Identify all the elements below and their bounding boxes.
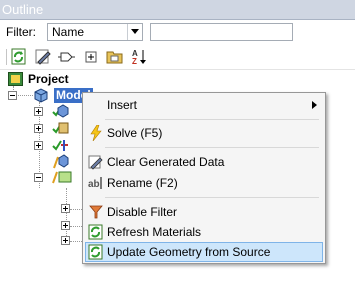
menu-separator [105, 119, 319, 120]
menu-item-refresh-materials[interactable]: Refresh Materials [85, 222, 323, 242]
menu-separator [105, 197, 319, 198]
analysis-icon [52, 171, 72, 184]
folder-button[interactable] [106, 48, 124, 66]
menu-item-label: Refresh Materials [107, 225, 202, 239]
menu-item-disable-filter[interactable]: Disable Filter [85, 202, 323, 222]
collapse-toggle[interactable] [34, 173, 43, 182]
project-icon [8, 72, 23, 86]
collapse-model-toggle[interactable] [8, 91, 17, 100]
tree-guide [70, 209, 82, 211]
window-title: Outline [2, 2, 44, 17]
sort-button[interactable]: A Z [131, 48, 149, 66]
expand-toggle[interactable] [34, 124, 43, 133]
filter-label: Filter: [6, 25, 36, 39]
tree-node-project[interactable]: Project [0, 70, 355, 88]
rename-icon: ab [88, 177, 102, 190]
menu-separator [105, 147, 319, 148]
expand-toggle[interactable] [61, 221, 70, 230]
toolbar-separator [6, 49, 7, 65]
chevron-down-icon[interactable] [127, 24, 142, 40]
expand-toggle[interactable] [61, 236, 70, 245]
lightning-icon [90, 125, 102, 141]
menu-item-label: Insert [107, 98, 138, 112]
coordinate-systems-icon [52, 122, 69, 134]
filter-icon [89, 205, 103, 219]
tree-guide [66, 188, 68, 240]
expand-toggle[interactable] [34, 107, 43, 116]
folder-icon [106, 51, 123, 64]
tree-guide [70, 226, 82, 228]
menu-item-label: Rename (F2) [107, 176, 178, 190]
menu-item-update-geometry[interactable]: Update Geometry from Source [85, 242, 323, 262]
outline-toolbar: A Z [0, 44, 355, 70]
refresh-icon [11, 48, 26, 65]
clear-data-icon [88, 155, 103, 170]
outline-titlebar: Outline [0, 0, 355, 20]
sort-az-icon: A Z [132, 49, 146, 66]
menu-item-rename[interactable]: ab Rename (F2) [85, 173, 323, 193]
model-cube-icon [34, 88, 48, 103]
mesh-icon [53, 154, 69, 169]
expand-all-icon [85, 51, 97, 63]
svg-text:ab: ab [88, 179, 100, 190]
clear-data-icon [35, 49, 51, 65]
menu-item-insert[interactable]: Insert [85, 95, 323, 115]
filter-type-select[interactable]: Name [47, 23, 143, 41]
menu-item-label: Clear Generated Data [107, 155, 225, 169]
expand-toggle[interactable] [34, 141, 43, 150]
filter-search-input[interactable] [150, 23, 293, 41]
svg-text:Z: Z [132, 57, 137, 66]
refresh-icon [88, 224, 103, 240]
refresh-button[interactable] [10, 48, 28, 66]
project-label: Project [28, 72, 69, 86]
tag-button[interactable] [58, 48, 76, 66]
connections-icon [52, 140, 68, 151]
menu-item-label: Update Geometry from Source [107, 245, 271, 259]
geometry-icon [52, 104, 69, 118]
chevron-right-icon [312, 101, 317, 109]
tag-icon [58, 52, 75, 62]
expand-toggle[interactable] [61, 204, 70, 213]
filter-row: Filter: Name [0, 20, 355, 44]
clear-data-button[interactable] [34, 48, 52, 66]
menu-item-label: Disable Filter [107, 205, 178, 219]
update-geometry-icon [88, 244, 103, 260]
menu-item-label: Solve (F5) [107, 126, 163, 140]
expand-all-button[interactable] [83, 48, 101, 66]
menu-item-solve[interactable]: Solve (F5) [85, 123, 323, 143]
tree-guide [70, 241, 82, 243]
filter-type-value: Name [52, 25, 85, 39]
context-menu: Insert Solve (F5) Clear Generated Data a… [82, 92, 326, 264]
menu-item-clear-generated-data[interactable]: Clear Generated Data [85, 152, 323, 172]
